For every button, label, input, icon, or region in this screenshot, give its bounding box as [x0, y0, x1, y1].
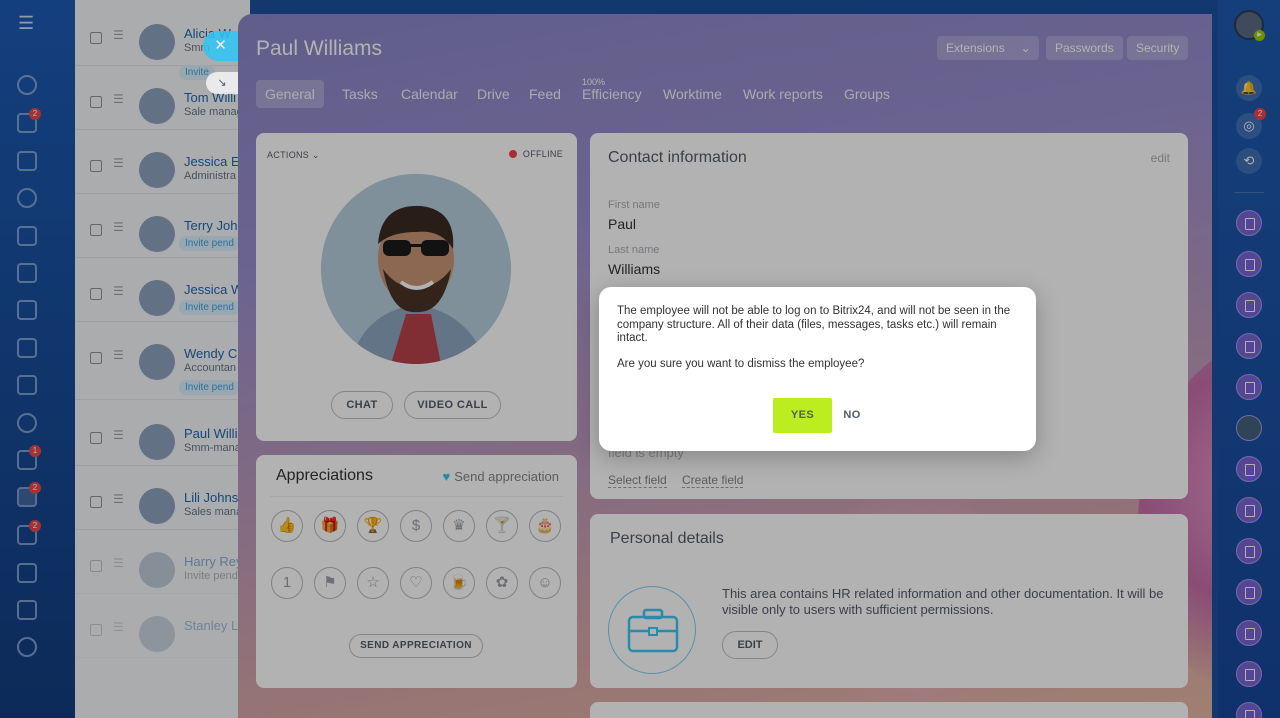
close-slider-button[interactable]: ✕: [203, 31, 238, 61]
dialog-question: Are you sure you want to dismiss the emp…: [617, 358, 865, 370]
close-icon: ✕: [214, 37, 227, 54]
dismiss-confirm-dialog: The employee will not be able to log on …: [599, 287, 1036, 451]
no-button[interactable]: NO: [836, 398, 868, 433]
minimize-icon: ↘: [217, 77, 227, 89]
minimize-slider-button[interactable]: ↘: [206, 72, 238, 94]
dialog-message: The employee will not be able to log on …: [617, 305, 1011, 344]
yes-button[interactable]: YES: [773, 398, 832, 433]
